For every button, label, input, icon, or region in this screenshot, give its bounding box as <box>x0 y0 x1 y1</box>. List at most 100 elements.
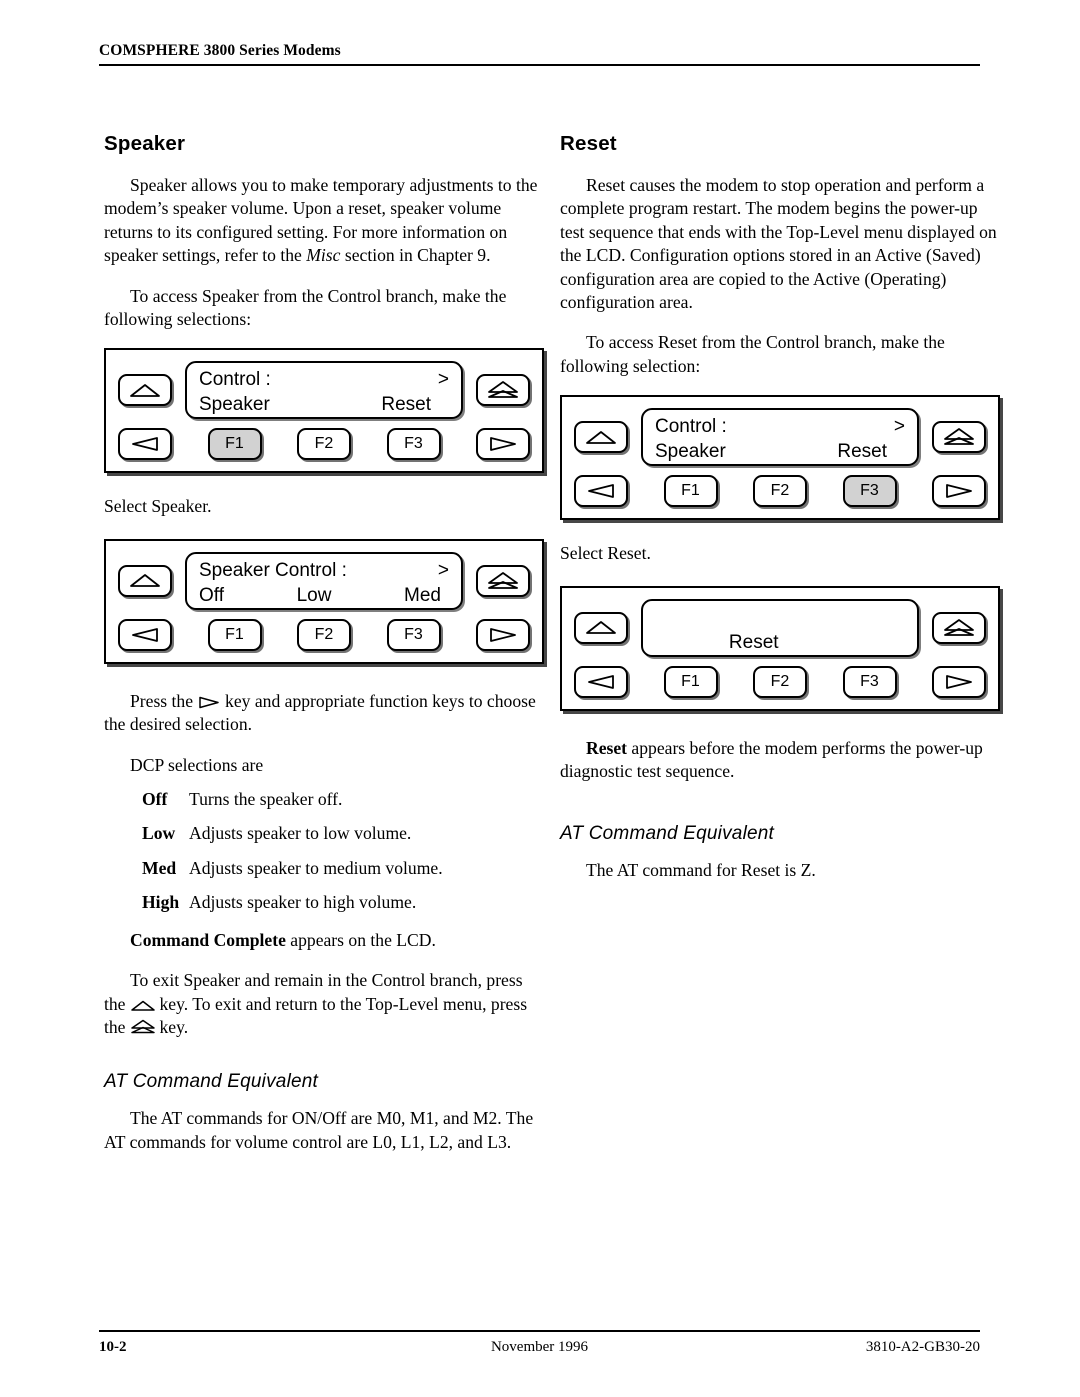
lcd-line-1: Control : > <box>199 367 449 392</box>
page-title-reset: Reset <box>560 132 617 155</box>
dcp-panel-2-wrapper: Speaker Control : > Off Low Med F1 F2 F3 <box>104 538 544 664</box>
up-arrow-key[interactable] <box>118 564 172 597</box>
press-key-paragraph: Press the key and appropriate function ke… <box>104 690 544 737</box>
left-arrow-key[interactable] <box>118 428 172 461</box>
left-column: Speaker Speaker allows you to make tempo… <box>104 132 544 1171</box>
selection-term: Off <box>142 789 168 810</box>
dcp-panel-3-wrapper: Control : > Speaker Reset F1 F2 F3 <box>560 395 1000 521</box>
selection-term: Low <box>142 823 176 844</box>
at-command-text-right: The AT command for Reset is Z. <box>586 860 816 881</box>
dcp-panel-control-speaker: Control : > Speaker Reset F1 F2 F3 <box>104 348 544 474</box>
at-command-equivalent-heading-right: AT Command Equivalent <box>560 823 774 845</box>
footer-row: 10-2 November 1996 3810-A2-GB30-20 <box>99 1339 980 1356</box>
selection-term: High <box>142 892 180 913</box>
dcp-panel-2-top-row: Speaker Control : > Off Low Med <box>118 551 530 610</box>
right-arrow-key[interactable] <box>932 665 986 698</box>
right-arrow-key[interactable] <box>476 618 530 651</box>
page-title-speaker: Speaker <box>104 132 186 155</box>
selection-description: Adjusts speaker to medium volume. <box>189 857 443 878</box>
lcd-line-1-left: Control : <box>655 416 727 438</box>
lcd-line-2-left: Speaker <box>655 441 726 463</box>
function-key-f1[interactable]: F1 <box>663 475 718 508</box>
lcd-display-1: Control : > Speaker Reset <box>185 361 463 420</box>
lcd-line-2-right: Reset <box>381 394 431 416</box>
command-complete-note: Command Complete appears on the LCD. <box>104 929 544 952</box>
list-item: Med Adjusts speaker to medium volume. <box>104 857 544 880</box>
dcp-panel-speaker-control: Speaker Control : > Off Low Med F1 F2 F3 <box>104 538 544 664</box>
top-level-key[interactable] <box>476 564 530 597</box>
right-arrow-key[interactable] <box>476 428 530 461</box>
select-reset-caption: Select Reset. <box>560 543 651 564</box>
function-key-f3[interactable]: F3 <box>842 665 897 698</box>
command-complete-rest: appears on the LCD. <box>285 929 436 950</box>
selection-term: Med <box>142 857 177 878</box>
list-item: Low Adjusts speaker to low volume. <box>104 822 544 845</box>
function-key-f3[interactable]: F3 <box>842 475 897 508</box>
dcp-panel-1-wrapper: Control : > Speaker Reset F1 F2 F3 <box>104 348 544 474</box>
left-arrow-key[interactable] <box>118 618 172 651</box>
selection-description: Turns the speaker off. <box>189 789 343 810</box>
exit-speaker-paragraph: To exit Speaker and remain in the Contro… <box>104 969 544 1039</box>
footer-page-number: 10-2 <box>99 1338 127 1355</box>
function-key-f2[interactable]: F2 <box>297 618 351 651</box>
lcd-line-1-right: > <box>437 559 449 581</box>
right-arrow-icon <box>197 696 221 709</box>
document-page: COMSPHERE 3800 Series Modems Speaker Spe… <box>0 0 1080 1397</box>
lcd-line-1-right: > <box>893 416 905 438</box>
function-key-f1[interactable]: F1 <box>207 618 262 651</box>
lcd-option-off: Off <box>199 584 224 606</box>
lcd-line-1-left: Speaker Control : <box>199 559 347 581</box>
speaker-intro-italic: Misc <box>306 245 341 266</box>
function-key-f2[interactable]: F2 <box>753 665 807 698</box>
exit-text-c: key. <box>159 1016 189 1037</box>
press-key-text-a: Press the <box>130 690 194 711</box>
function-key-f3[interactable]: F3 <box>386 428 441 461</box>
left-arrow-key[interactable] <box>574 475 628 508</box>
dcp-panel-1-top-row: Control : > Speaker Reset <box>118 361 530 420</box>
up-arrow-key[interactable] <box>118 374 172 407</box>
speaker-access-paragraph: To access Speaker from the Control branc… <box>104 285 507 330</box>
function-key-f1[interactable]: F1 <box>207 428 262 461</box>
function-key-f1[interactable]: F1 <box>663 665 718 698</box>
dcp-panel-reset-display: Reset F1 F2 F3 <box>560 585 1000 711</box>
dcp-panel-4-fkey-row: F1 F2 F3 <box>574 665 986 698</box>
lcd-line-1-right: > <box>437 369 449 391</box>
reset-note-bold: Reset <box>586 737 628 758</box>
reset-intro-paragraph: Reset causes the modem to stop operation… <box>560 175 997 313</box>
up-arrow-key[interactable] <box>574 611 628 644</box>
up-arrow-key[interactable] <box>574 421 628 454</box>
header-rule <box>99 64 980 66</box>
dcp-panel-1-fkey-row: F1 F2 F3 <box>118 428 530 461</box>
function-key-f3[interactable]: F3 <box>386 618 441 651</box>
top-level-key[interactable] <box>932 421 986 454</box>
at-command-equivalent-heading-left: AT Command Equivalent <box>104 1071 318 1093</box>
reset-note-paragraph: Reset appears before the modem performs … <box>560 737 1000 784</box>
command-complete-bold: Command Complete <box>130 929 286 950</box>
dcp-panel-2-fkey-row: F1 F2 F3 <box>118 618 530 651</box>
dcp-panel-control-reset: Control : > Speaker Reset F1 F2 F3 <box>560 395 1000 521</box>
top-level-key[interactable] <box>932 611 986 644</box>
reset-access-paragraph: To access Reset from the Control branch,… <box>560 332 945 376</box>
function-key-f2[interactable]: F2 <box>297 428 351 461</box>
footer-rule <box>99 1330 980 1332</box>
right-column: Reset Reset causes the modem to stop ope… <box>560 132 1000 900</box>
header-title: COMSPHERE 3800 Series Modems <box>99 42 341 59</box>
at-command-text-left: The AT commands for ON/Off are M0, M1, a… <box>104 1108 534 1152</box>
speaker-intro-paragraph: Speaker allows you to make temporary adj… <box>104 174 544 268</box>
lcd-display-4: Reset <box>641 598 919 657</box>
speaker-intro-text-b: section in Chapter 9. <box>340 245 491 266</box>
page-header: COMSPHERE 3800 Series Modems <box>99 42 980 66</box>
function-key-f2[interactable]: F2 <box>753 475 807 508</box>
left-arrow-key[interactable] <box>574 665 628 698</box>
lcd-line-2: Speaker Reset <box>655 439 905 464</box>
top-level-icon <box>130 1019 156 1035</box>
top-level-key[interactable] <box>476 374 530 407</box>
dcp-selections-list: Off Turns the speaker off. Low Adjusts s… <box>104 788 544 915</box>
lcd-display-3: Control : > Speaker Reset <box>641 408 919 467</box>
lcd-option-low: Low <box>296 584 332 606</box>
select-speaker-caption: Select Speaker. <box>104 496 212 517</box>
right-arrow-key[interactable] <box>932 475 986 508</box>
lcd-line-1: Reset <box>655 605 905 655</box>
list-item: Off Turns the speaker off. <box>104 788 544 811</box>
dcp-panel-4-wrapper: Reset F1 F2 F3 <box>560 585 1000 711</box>
